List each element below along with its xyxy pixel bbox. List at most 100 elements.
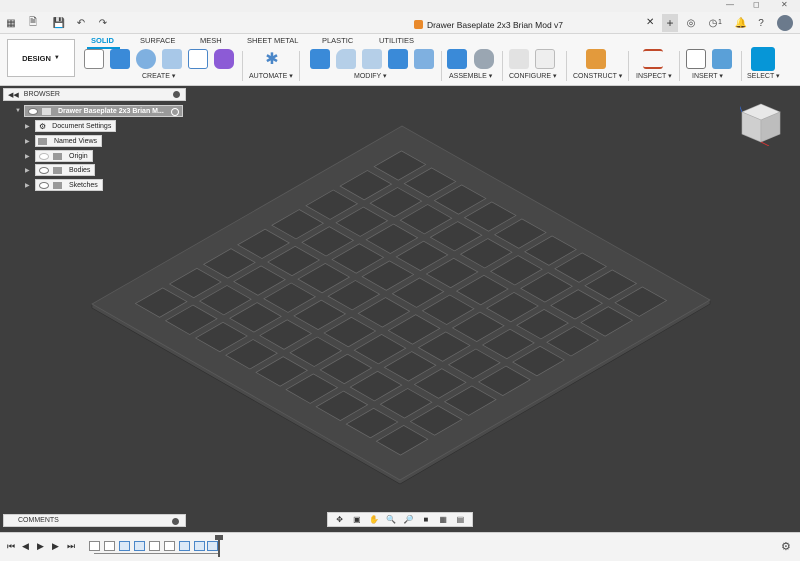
- zoom-icon[interactable]: 🔍: [386, 515, 397, 524]
- tab-utilities[interactable]: UTILITIES: [379, 36, 414, 45]
- visibility-eye-icon[interactable]: [39, 166, 49, 174]
- shell-icon[interactable]: [414, 49, 434, 69]
- timeline-feature-icon[interactable]: [134, 541, 145, 551]
- inspect-menu[interactable]: INSPECT ▾: [636, 72, 672, 80]
- browser-item-sketches[interactable]: Sketches: [35, 179, 103, 191]
- timeline-extrude-icon[interactable]: [119, 541, 130, 551]
- insert-derive-icon[interactable]: [686, 49, 706, 69]
- browser-item-bodies[interactable]: Bodies: [35, 164, 96, 176]
- insert-menu[interactable]: INSERT ▾: [692, 72, 723, 80]
- avatar[interactable]: [777, 15, 793, 31]
- file-menu-icon[interactable]: 🗎: [26, 16, 40, 30]
- timeline-extrude-icon[interactable]: [194, 541, 205, 551]
- document-tab[interactable]: Drawer Baseplate 2x3 Brian Mod v7: [316, 15, 661, 34]
- pin-icon[interactable]: [172, 518, 179, 525]
- assemble-menu[interactable]: ASSEMBLE ▾: [449, 72, 492, 80]
- timeline-sketch-icon[interactable]: [89, 541, 100, 551]
- tab-sheet-metal[interactable]: SHEET METAL: [247, 36, 298, 45]
- save-icon[interactable]: 💾: [52, 16, 66, 30]
- 3d-viewport[interactable]: [0, 86, 800, 532]
- visibility-eye-icon[interactable]: [28, 107, 38, 115]
- pattern-icon[interactable]: [188, 49, 208, 69]
- extensions-icon[interactable]: ◎: [684, 16, 698, 30]
- redo-icon[interactable]: ↷: [96, 16, 110, 30]
- play-icon[interactable]: ▶: [37, 541, 44, 552]
- timeline-sketch-icon[interactable]: [104, 541, 115, 551]
- tab-surface[interactable]: SURFACE: [140, 36, 175, 45]
- display-settings-icon[interactable]: ■: [420, 515, 431, 524]
- hole-icon[interactable]: [162, 49, 182, 69]
- go-to-start-icon[interactable]: ⏮: [7, 541, 15, 552]
- look-at-icon[interactable]: ▣: [351, 515, 362, 524]
- step-forward-icon[interactable]: ▶: [52, 541, 59, 552]
- app-grid-icon[interactable]: ▦: [4, 16, 18, 30]
- expand-root-icon[interactable]: ▼: [15, 108, 21, 114]
- fillet-icon[interactable]: [336, 49, 356, 69]
- browser-item-named-views[interactable]: Named Views: [35, 135, 103, 147]
- browser-root-item[interactable]: Drawer Baseplate 2x3 Brian M...: [24, 105, 183, 117]
- timeline-extrude-icon[interactable]: [179, 541, 190, 551]
- automate-icon[interactable]: ✱: [262, 49, 282, 69]
- maximize-icon[interactable]: ◻: [753, 0, 760, 9]
- pin-icon[interactable]: [173, 91, 180, 98]
- expand-icon[interactable]: ▶: [25, 153, 30, 160]
- offset-plane-icon[interactable]: [586, 49, 606, 69]
- press-pull-icon[interactable]: [310, 49, 330, 69]
- form-icon[interactable]: [214, 49, 234, 69]
- configure-table-icon[interactable]: [535, 49, 555, 69]
- construct-menu[interactable]: CONSTRUCT ▾: [573, 72, 622, 80]
- automate-menu[interactable]: AUTOMATE ▾: [249, 72, 293, 80]
- view-cube[interactable]: [740, 102, 782, 146]
- browser-item-document-settings[interactable]: ⚙ Document Settings: [35, 120, 117, 132]
- new-component-icon[interactable]: [447, 49, 467, 69]
- activate-radio-icon[interactable]: [171, 108, 179, 116]
- revolve-icon[interactable]: [136, 49, 156, 69]
- close-tab-icon[interactable]: ✕: [646, 17, 654, 28]
- close-window-icon[interactable]: ✕: [781, 0, 788, 9]
- timeline-pattern-icon[interactable]: [207, 541, 218, 551]
- extrude-icon[interactable]: [110, 49, 130, 69]
- create-sketch-icon[interactable]: [84, 49, 104, 69]
- grid-snaps-icon[interactable]: ▦: [438, 515, 449, 524]
- chamfer-icon[interactable]: [362, 49, 382, 69]
- joint-icon[interactable]: [474, 49, 494, 69]
- insert-image-icon[interactable]: [712, 49, 732, 69]
- visibility-eye-icon[interactable]: [39, 152, 49, 160]
- notifications-icon[interactable]: 🔔: [734, 16, 748, 30]
- visibility-eye-icon[interactable]: [39, 181, 49, 189]
- collapse-icon[interactable]: ◀◀: [8, 91, 19, 99]
- minimize-icon[interactable]: —: [726, 0, 734, 9]
- measure-icon[interactable]: [643, 49, 663, 69]
- tab-plastic[interactable]: PLASTIC: [322, 36, 353, 45]
- undo-icon[interactable]: ↶: [74, 16, 88, 30]
- timeline-settings-gear-icon[interactable]: ⚙: [781, 540, 791, 553]
- select-menu[interactable]: SELECT ▾: [747, 72, 780, 80]
- expand-icon[interactable]: ▶: [25, 167, 30, 174]
- tab-solid[interactable]: SOLID: [91, 36, 114, 45]
- zoom-window-icon[interactable]: 🔎: [403, 515, 414, 524]
- select-icon[interactable]: [751, 47, 775, 71]
- workspace-switcher[interactable]: DESIGN ▼: [7, 39, 75, 77]
- timeline-sketch-icon[interactable]: [164, 541, 175, 551]
- new-tab-button[interactable]: +: [662, 14, 678, 32]
- expand-icon[interactable]: ▶: [25, 138, 30, 145]
- viewports-icon[interactable]: ▤: [455, 515, 466, 524]
- expand-icon[interactable]: ▶: [25, 182, 30, 189]
- expand-icon[interactable]: ▶: [25, 123, 30, 130]
- go-to-end-icon[interactable]: ⏭: [67, 541, 75, 552]
- baseplate-model[interactable]: [0, 86, 800, 532]
- timeline-sketch-icon[interactable]: [149, 541, 160, 551]
- configure-menu[interactable]: CONFIGURE ▾: [509, 72, 556, 80]
- browser-item-origin[interactable]: Origin: [35, 150, 93, 162]
- configure-icon[interactable]: [509, 49, 529, 69]
- comments-panel[interactable]: COMMENTS: [3, 514, 186, 527]
- orbit-icon[interactable]: ✥: [334, 515, 345, 524]
- pan-icon[interactable]: ✋: [369, 515, 380, 524]
- step-back-icon[interactable]: ◀: [22, 541, 29, 552]
- browser-header[interactable]: ◀◀ BROWSER: [3, 88, 186, 101]
- modify-menu[interactable]: MODIFY ▾: [354, 72, 387, 80]
- tab-mesh[interactable]: MESH: [200, 36, 222, 45]
- create-menu[interactable]: CREATE ▾: [142, 72, 175, 80]
- help-icon[interactable]: ?: [754, 16, 768, 30]
- timeline-marker[interactable]: [215, 535, 223, 557]
